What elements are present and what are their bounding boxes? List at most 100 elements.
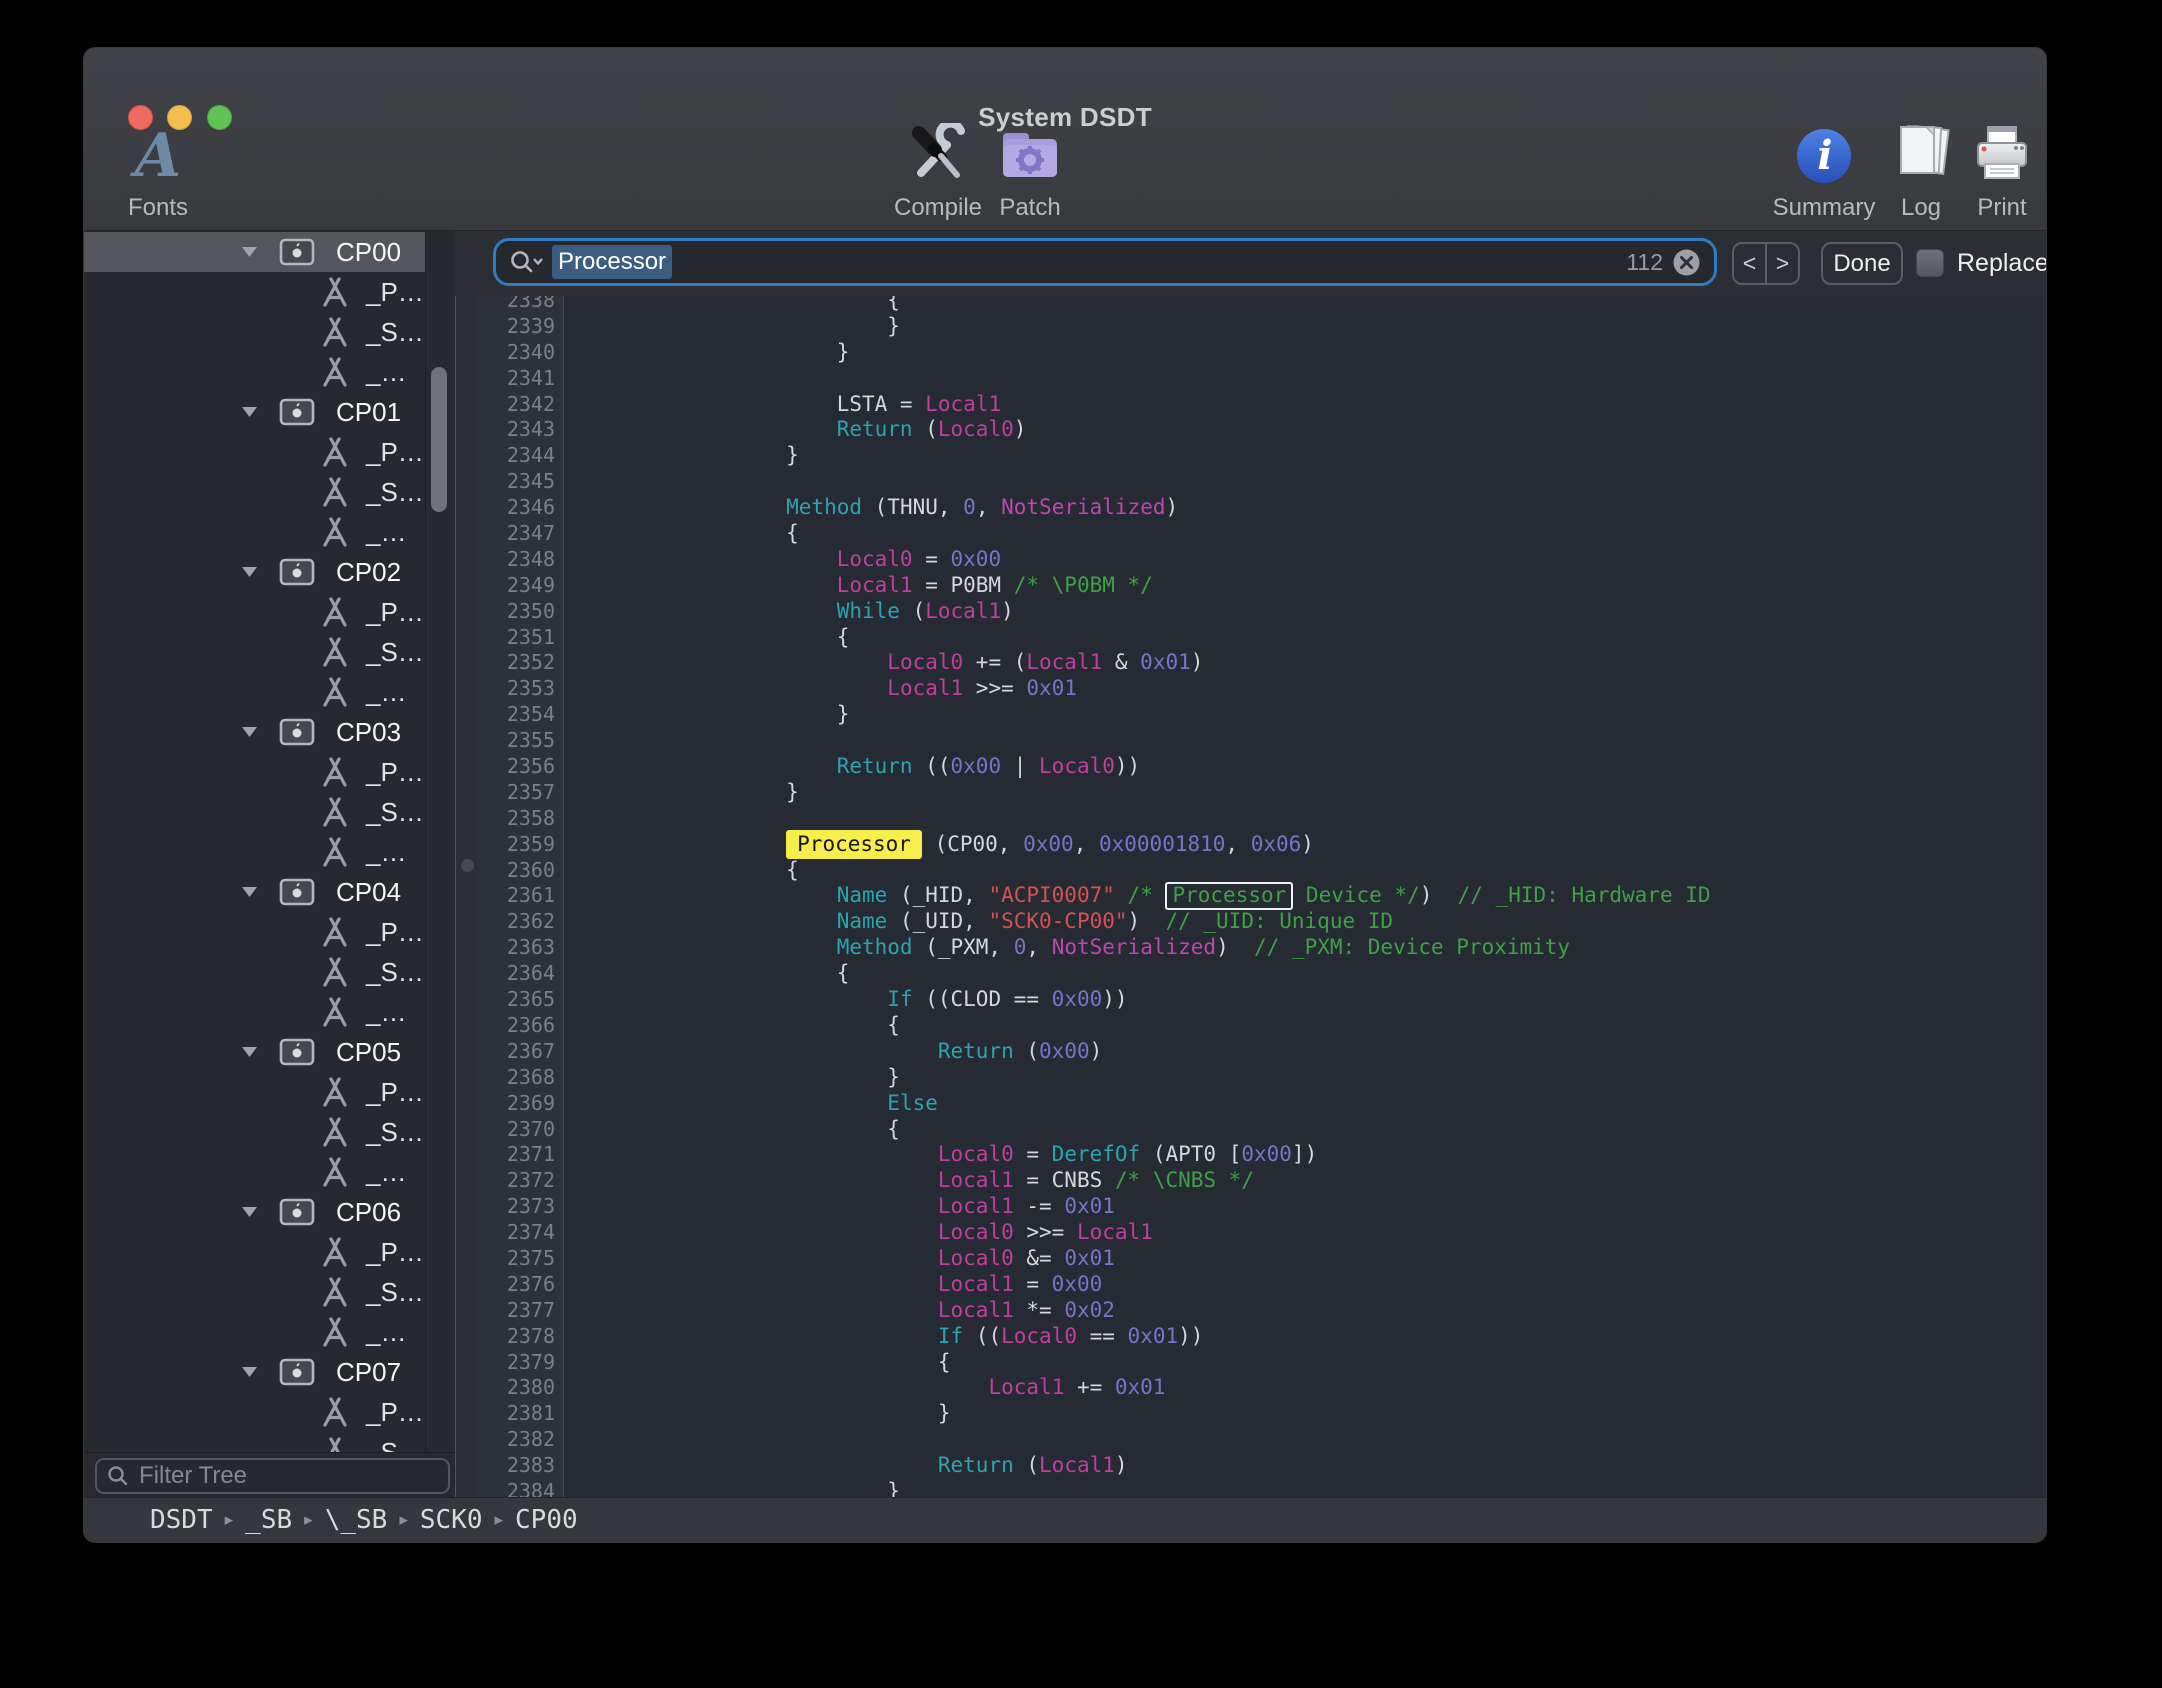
local-variable: Local0 xyxy=(1001,1324,1077,1348)
find-next-button[interactable]: > xyxy=(1767,244,1798,283)
tree-child-row[interactable]: _S… xyxy=(84,312,425,352)
disclosure-triangle-icon[interactable] xyxy=(242,725,257,743)
tree-child-row[interactable]: _P… xyxy=(84,912,425,952)
line-number: 2374 xyxy=(478,1220,564,1246)
string-literal: "ACPI0007" xyxy=(988,883,1114,907)
tree-group-label: CP01 xyxy=(336,397,401,428)
split-divider[interactable] xyxy=(455,296,478,1497)
breadcrumb-item-DSDT[interactable]: DSDT xyxy=(150,1505,213,1535)
filter-input[interactable] xyxy=(137,1461,421,1491)
tree-child-row[interactable]: _S… xyxy=(84,632,425,672)
replace-checkbox[interactable] xyxy=(1916,249,1944,277)
breadcrumb-item-SCK0[interactable]: SCK0 xyxy=(420,1505,483,1535)
tree-child-row[interactable]: _… xyxy=(84,672,425,712)
tree-group-CP04[interactable]: CP04 xyxy=(84,872,425,912)
patch-button[interactable]: Patch xyxy=(975,122,1085,226)
sidebar-scrollbar-thumb[interactable] xyxy=(431,367,447,512)
find-field[interactable]: Processor 112 xyxy=(493,238,1717,286)
method-icon xyxy=(318,916,352,953)
tree-child-row[interactable]: _… xyxy=(84,832,425,872)
code-line: 2355 xyxy=(478,728,2046,754)
disclosure-triangle-icon[interactable] xyxy=(242,1365,257,1383)
device-icon xyxy=(278,397,316,432)
clear-search-icon[interactable] xyxy=(1673,249,1700,276)
code-line: 2379 { xyxy=(478,1350,2046,1376)
tree-group-CP01[interactable]: CP01 xyxy=(84,392,425,432)
tree-child-row[interactable]: _P… xyxy=(84,272,425,312)
line-number: 2341 xyxy=(478,366,564,392)
tree-group-CP06[interactable]: CP06 xyxy=(84,1192,425,1232)
tree-child-row[interactable]: _P… xyxy=(84,592,425,632)
keyword: Method xyxy=(837,935,913,959)
summary-button[interactable]: i Summary xyxy=(1769,122,1879,226)
tree-child-row[interactable]: _… xyxy=(84,352,425,392)
code-line: 2374 Local0 >>= Local1 xyxy=(478,1220,2046,1246)
tree-group-CP02[interactable]: CP02 xyxy=(84,552,425,592)
code-text: += xyxy=(1064,1375,1115,1399)
line-number: 2352 xyxy=(478,650,564,676)
number-literal: 0x02 xyxy=(1064,1298,1115,1322)
disclosure-triangle-icon[interactable] xyxy=(242,405,257,423)
line-number: 2371 xyxy=(478,1142,564,1168)
code-line: 2375 Local0 &= 0x01 xyxy=(478,1246,2046,1272)
breadcrumb-item-_SB[interactable]: _SB xyxy=(245,1505,292,1535)
local-variable: Local1 xyxy=(938,1194,1014,1218)
code-line: 2340 } xyxy=(478,340,2046,366)
method-icon xyxy=(318,676,352,713)
tree-child-row[interactable]: _P… xyxy=(84,432,425,472)
code-line: 2359 Processor (CP00, 0x00, 0x00001810, … xyxy=(478,832,2046,858)
tree-child-row[interactable]: _… xyxy=(84,1152,425,1192)
disclosure-triangle-icon[interactable] xyxy=(242,565,257,583)
done-button[interactable]: Done xyxy=(1821,242,1903,285)
tree-child-row[interactable]: _… xyxy=(84,1312,425,1352)
find-query[interactable]: Processor xyxy=(552,245,672,279)
method-icon xyxy=(318,796,352,833)
tree-child-row[interactable]: _S… xyxy=(84,1272,425,1312)
print-button[interactable]: Print xyxy=(1947,122,2046,226)
tree-child-row[interactable]: _P… xyxy=(84,1392,425,1432)
line-number: 2351 xyxy=(478,625,564,651)
keyword: Name xyxy=(837,883,888,907)
tree-child-label: _… xyxy=(366,1317,406,1348)
tree-child-row[interactable]: _S… xyxy=(84,1432,425,1452)
code-editor[interactable]: 2338 {2339 }2340 }23412342 LSTA = Local1… xyxy=(478,296,2046,1497)
screen: System DSDT A Fonts Compile xyxy=(0,0,2162,1688)
search-icon xyxy=(510,249,544,275)
tree-child-row[interactable]: _P… xyxy=(84,1072,425,1112)
method-icon xyxy=(318,1436,352,1452)
local-variable: Local0 xyxy=(1039,754,1115,778)
tree-group-CP05[interactable]: CP05 xyxy=(84,1032,425,1072)
tree-child-row[interactable]: _P… xyxy=(84,752,425,792)
disclosure-triangle-icon[interactable] xyxy=(242,245,257,263)
disclosure-triangle-icon[interactable] xyxy=(242,1205,257,1223)
breadcrumb-item-_SB[interactable]: \_SB xyxy=(325,1505,388,1535)
breadcrumb-item-CP00[interactable]: CP00 xyxy=(515,1505,578,1535)
tree-child-row[interactable]: _P… xyxy=(84,1232,425,1272)
filter-field[interactable] xyxy=(95,1458,450,1494)
tree-child-row[interactable]: _… xyxy=(84,992,425,1032)
tree-child-row[interactable]: _S… xyxy=(84,952,425,992)
code-text: & xyxy=(1102,650,1140,674)
tree-child-row[interactable]: _S… xyxy=(84,472,425,512)
find-previous-button[interactable]: < xyxy=(1734,244,1767,283)
fonts-button[interactable]: A Fonts xyxy=(103,122,213,226)
code-text: { xyxy=(887,296,900,312)
tree-group-CP00[interactable]: CP00 xyxy=(84,232,425,272)
code-text: ) xyxy=(1191,650,1204,674)
code-text: (THNU, xyxy=(862,495,963,519)
disclosure-triangle-icon[interactable] xyxy=(242,1045,257,1063)
code-line: 2346 Method (THNU, 0, NotSerialized) xyxy=(478,495,2046,521)
local-variable: Local0 xyxy=(938,417,1014,441)
tree-child-row[interactable]: _S… xyxy=(84,792,425,832)
disclosure-triangle-icon[interactable] xyxy=(242,885,257,903)
keyword: While xyxy=(837,599,900,623)
tree-child-row[interactable]: _S… xyxy=(84,1112,425,1152)
tree-group-CP07[interactable]: CP07 xyxy=(84,1352,425,1392)
tree-child-row[interactable]: _… xyxy=(84,512,425,552)
breadcrumb-separator-icon: ▸ xyxy=(399,1510,408,1530)
tree-group-CP03[interactable]: CP03 xyxy=(84,712,425,752)
code-line: 2378 If ((Local0 == 0x01)) xyxy=(478,1324,2046,1350)
code-line: 2377 Local1 *= 0x02 xyxy=(478,1298,2046,1324)
code-text: ) xyxy=(1014,417,1027,441)
line-number: 2377 xyxy=(478,1298,564,1324)
